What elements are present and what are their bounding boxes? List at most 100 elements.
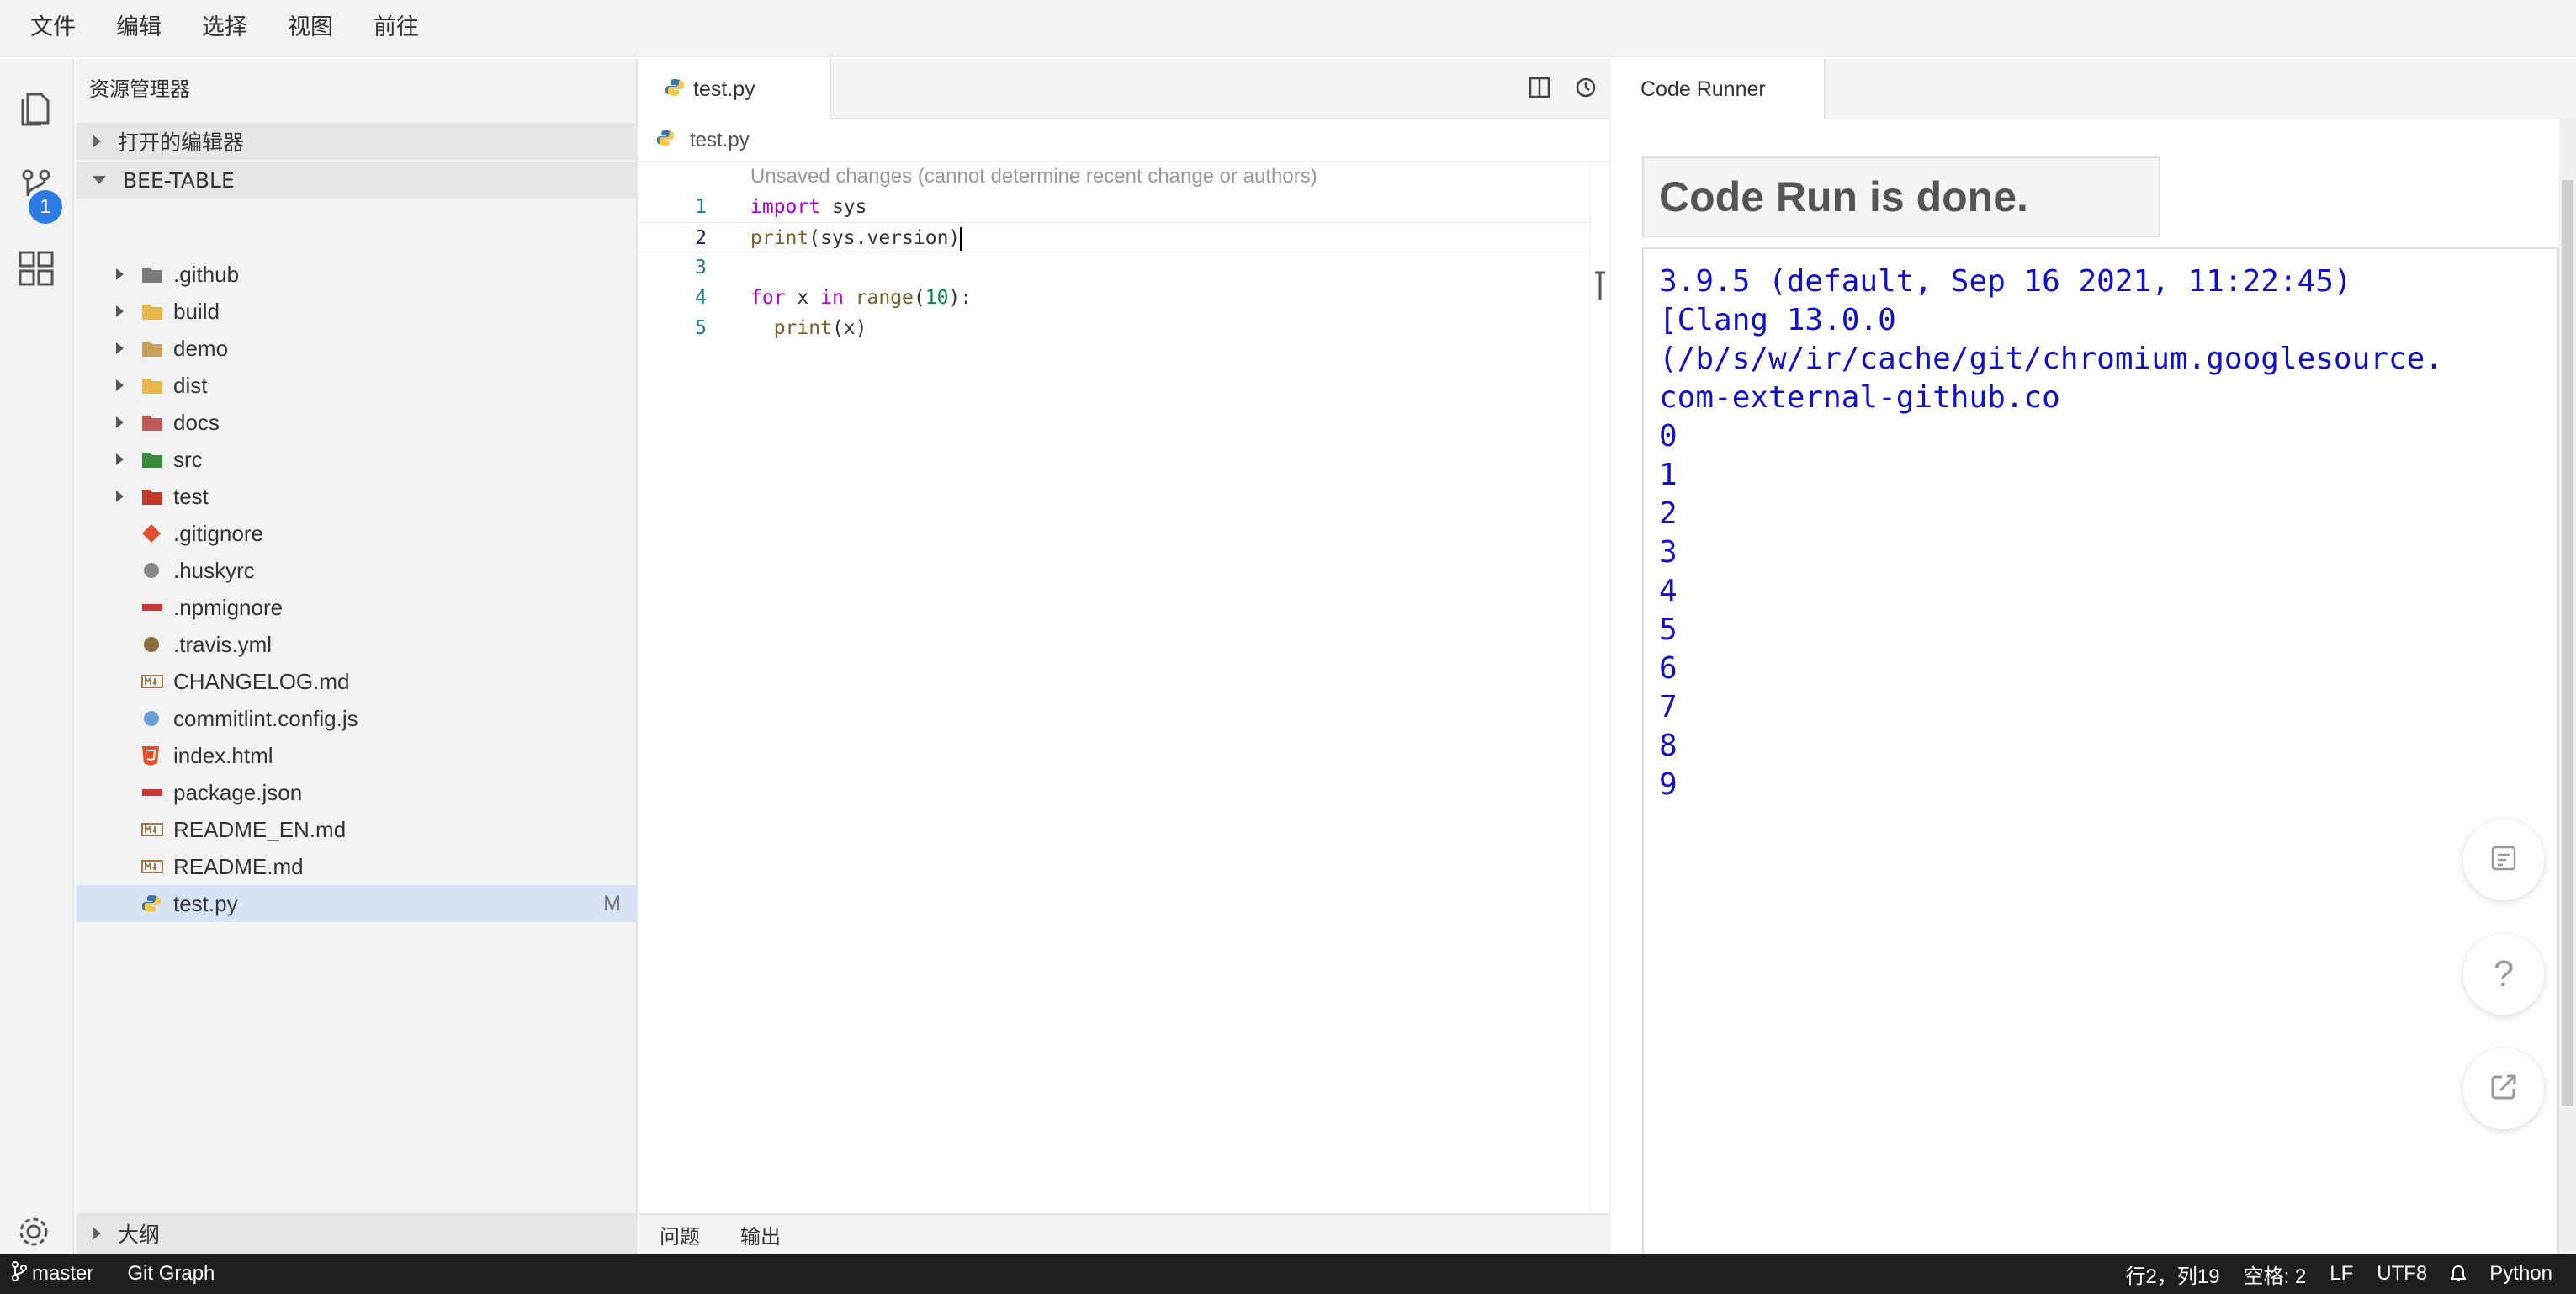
menu-selection[interactable]: 选择 xyxy=(185,0,264,56)
code-text: print(sys.version) xyxy=(750,223,962,253)
scm-badge: 1 xyxy=(29,190,62,224)
file-row[interactable]: README_EN.md xyxy=(76,811,638,848)
file-name: dist xyxy=(173,373,208,398)
file-name: README_EN.md xyxy=(173,817,347,842)
menu-edit[interactable]: 编辑 xyxy=(99,0,178,56)
git-graph-button[interactable]: Git Graph xyxy=(127,1262,215,1286)
line-number: 5 xyxy=(695,317,707,339)
help-button[interactable]: ? xyxy=(2463,934,2544,1015)
language-mode[interactable]: Python xyxy=(2489,1262,2552,1286)
tab-output[interactable]: 输出 xyxy=(740,1220,781,1249)
file-row[interactable]: package.json xyxy=(76,774,638,811)
output-line: 4 xyxy=(1659,574,1678,608)
tab-problems[interactable]: 问题 xyxy=(660,1220,700,1249)
explorer-sidebar: 资源管理器 打开的编辑器 BEE-TABLE .github build demo d… xyxy=(76,59,638,1254)
outline-label: 大纲 xyxy=(118,1223,161,1247)
notification-bell-icon[interactable] xyxy=(2451,1265,2467,1283)
npm-icon xyxy=(141,597,163,618)
timeline-icon[interactable] xyxy=(1574,76,1598,103)
file-row[interactable]: CHANGELOG.md xyxy=(76,663,638,700)
file-name: test.py xyxy=(173,891,238,916)
code-line[interactable]: 3 xyxy=(639,252,1590,283)
code-text: for x in range(10): xyxy=(750,283,972,313)
file-row[interactable]: .travis.yml xyxy=(76,626,638,663)
code-token: import xyxy=(750,196,821,218)
chevron-right-icon xyxy=(93,135,101,148)
markdown-icon xyxy=(141,819,163,840)
editor-actions xyxy=(1516,59,1609,119)
file-row[interactable]: .huskyrc xyxy=(76,552,638,589)
code-token: sys xyxy=(820,196,867,218)
folder-row[interactable]: src xyxy=(76,441,638,478)
file-name: docs xyxy=(173,410,220,435)
file-row[interactable]: commitlint.config.js xyxy=(76,700,638,737)
scrollbar-thumb[interactable] xyxy=(2562,180,2573,1106)
menu-go[interactable]: 前往 xyxy=(357,0,436,56)
tab-test-py[interactable]: test.py xyxy=(639,59,831,119)
file-name: .huskyrc xyxy=(173,558,255,583)
feedback-button[interactable] xyxy=(2463,819,2544,900)
outline-section[interactable]: 大纲 xyxy=(76,1213,638,1254)
folder-row[interactable]: build xyxy=(76,293,638,330)
output-line: 1 xyxy=(1659,458,1678,492)
file-row[interactable]: index.html xyxy=(76,737,638,774)
code-text: import sys xyxy=(750,192,867,222)
file-row[interactable]: test.py M xyxy=(76,885,638,922)
file-name: commitlint.config.js xyxy=(173,706,358,731)
output-line: 5 xyxy=(1659,613,1678,647)
code-area[interactable]: 1 import sys 2 print(sys.version) 3 4 for x in… xyxy=(639,192,1590,343)
line-number: 4 xyxy=(695,287,707,309)
codelens-git-blame[interactable]: Unsaved changes (cannot determine recent… xyxy=(750,162,1317,192)
file-row[interactable]: .gitignore xyxy=(76,515,638,552)
code-line[interactable]: 2 print(sys.version) xyxy=(639,222,1590,252)
menu-view[interactable]: 视图 xyxy=(271,0,350,56)
settings-gear-icon[interactable] xyxy=(17,1215,50,1249)
tab-code-runner[interactable]: Code Runner xyxy=(1610,59,1826,119)
editor-scrollbar[interactable] xyxy=(1590,162,1609,1213)
python-icon xyxy=(656,129,675,151)
output-line: 3.9.5 (default, Sep 16 2021, 11:22:45) xyxy=(1659,264,2352,299)
open-editors-section[interactable]: 打开的编辑器 xyxy=(76,123,638,160)
chevron-right-icon xyxy=(116,342,124,354)
runner-body: Code Run is done. 3.9.5 (default, Sep 16… xyxy=(1610,119,2561,1257)
travis-icon xyxy=(141,634,163,655)
output-line: [Clang 13.0.0 xyxy=(1659,303,1896,337)
panel-tabs: 问题 输出 xyxy=(639,1213,1609,1254)
build-folder-icon xyxy=(141,301,163,321)
branch-indicator[interactable]: master xyxy=(12,1260,93,1287)
code-line[interactable]: 1 import sys xyxy=(639,192,1590,222)
extensions-icon[interactable] xyxy=(17,249,56,288)
file-row[interactable]: .npmignore xyxy=(76,589,638,626)
breadcrumb-file[interactable]: test.py xyxy=(690,129,750,152)
cursor-position[interactable]: 行2，列19 xyxy=(2126,1260,2220,1289)
commitlint-icon xyxy=(141,708,163,729)
explorer-icon[interactable] xyxy=(17,89,56,128)
project-section[interactable]: BEE-TABLE xyxy=(76,162,638,199)
question-mark-icon: ? xyxy=(2493,953,2515,994)
text-cursor-icon xyxy=(1594,271,1605,301)
folder-row[interactable]: demo xyxy=(76,330,638,367)
project-label: BEE-TABLE xyxy=(123,167,235,193)
folder-row[interactable]: docs xyxy=(76,404,638,441)
menu-file[interactable]: 文件 xyxy=(13,0,93,56)
line-number: 1 xyxy=(695,196,707,218)
folder-row[interactable]: test xyxy=(76,478,638,515)
file-name: README.md xyxy=(173,854,304,879)
indentation[interactable]: 空格: 2 xyxy=(2244,1260,2307,1289)
code-line[interactable]: 4 for x in range(10): xyxy=(639,283,1590,313)
encoding[interactable]: UTF8 xyxy=(2377,1262,2427,1286)
folder-row[interactable]: .github xyxy=(76,256,638,293)
split-editor-icon[interactable] xyxy=(1528,76,1551,103)
chevron-right-icon xyxy=(116,268,124,280)
run-status: Code Run is done. xyxy=(1642,156,2160,237)
share-button[interactable] xyxy=(2463,1048,2544,1129)
end-of-line[interactable]: LF xyxy=(2330,1262,2353,1286)
file-name: .travis.yml xyxy=(173,632,272,657)
file-name: .github xyxy=(173,262,240,287)
runner-scrollbar[interactable] xyxy=(2559,119,2576,1254)
folder-row[interactable]: dist xyxy=(76,367,638,404)
code-line[interactable]: 5 print(x) xyxy=(639,313,1590,343)
file-row[interactable]: README.md xyxy=(76,848,638,885)
file-name: .gitignore xyxy=(173,521,263,546)
